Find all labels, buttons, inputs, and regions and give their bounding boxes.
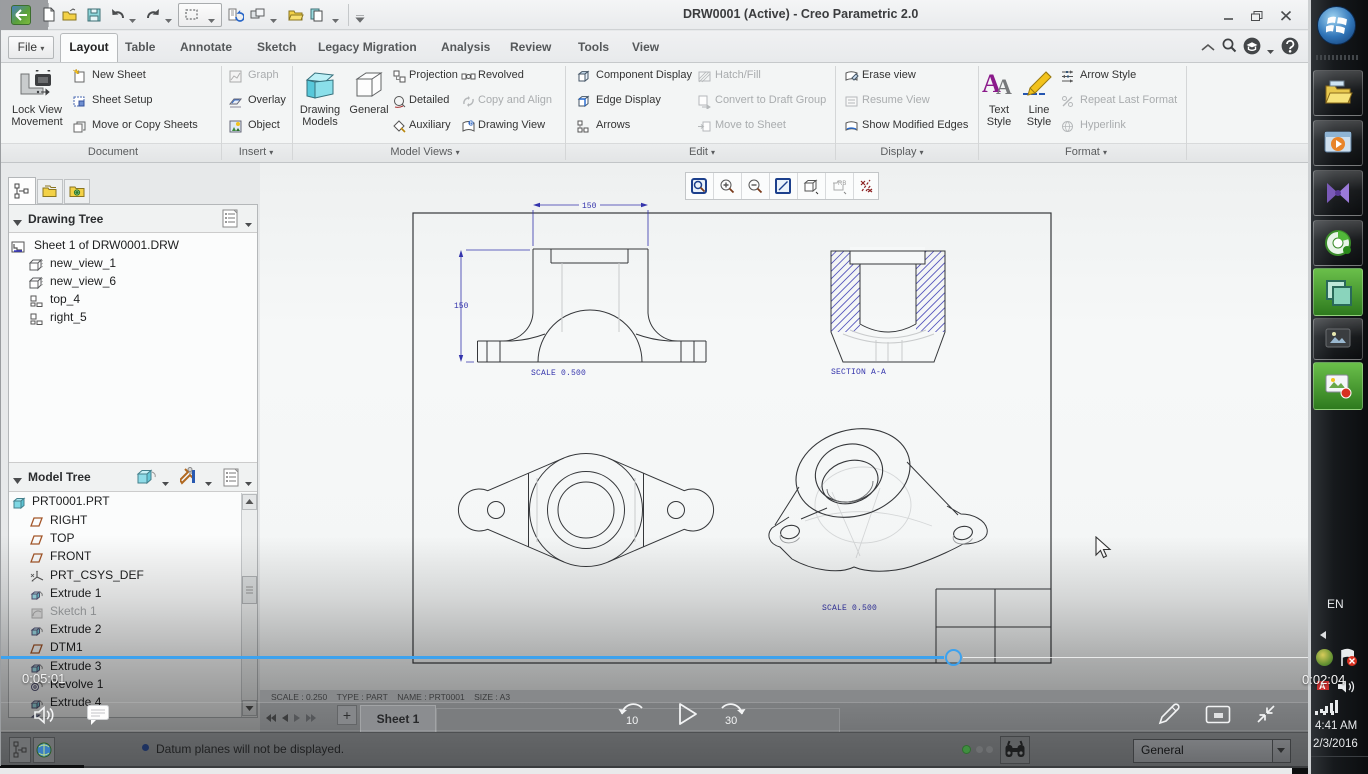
svg-text:30: 30	[725, 715, 737, 727]
svg-text:SCALE 0.500: SCALE 0.500	[822, 604, 877, 613]
svg-text:A: A	[996, 74, 1012, 96]
svg-text:SECTION A-A: SECTION A-A	[831, 368, 886, 377]
svg-text:150: 150	[454, 302, 469, 311]
svg-text:10: 10	[626, 715, 638, 727]
svg-text:150: 150	[582, 202, 597, 211]
svg-text:SCALE 0.500: SCALE 0.500	[531, 369, 586, 378]
